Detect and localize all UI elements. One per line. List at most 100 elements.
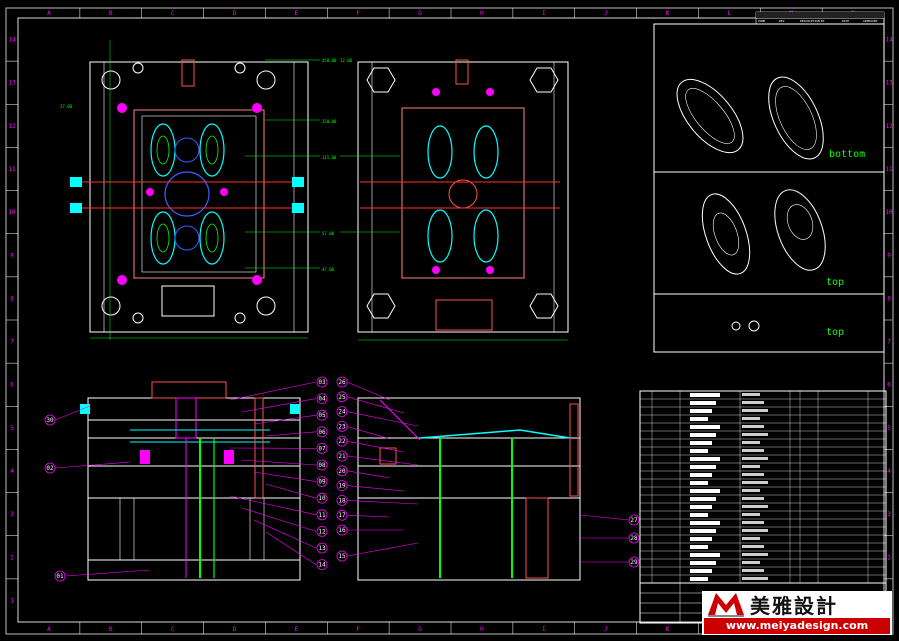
callout-06: 06 <box>318 429 326 436</box>
callout-24: 24 <box>338 409 346 416</box>
border-row-right-12: 12 <box>885 123 893 130</box>
border-col-top-J: J <box>604 10 608 17</box>
callout-27: 27 <box>630 517 638 524</box>
border-row-left-10: 10 <box>8 209 16 216</box>
product-views-panel: bottom top top <box>653 11 885 353</box>
border-row-left-12: 12 <box>8 123 16 130</box>
callout-30: 30 <box>46 417 54 424</box>
border-col-top-E: E <box>295 10 299 17</box>
rev-header-zone: ZONE <box>758 19 765 23</box>
callout-01: 01 <box>56 573 64 580</box>
border-col-top-H: H <box>480 10 484 17</box>
border-col-top-F: F <box>356 10 360 17</box>
callout-28: 28 <box>630 535 638 542</box>
border-col-bottom-D: D <box>233 626 237 633</box>
border-row-right-9: 9 <box>887 252 891 259</box>
dimension-text: 47.00 <box>322 267 335 272</box>
column-letters-top: ABCDEFGHIJKLMN <box>47 8 855 18</box>
callout-04: 04 <box>318 396 326 403</box>
callout-02: 02 <box>46 465 54 472</box>
border-col-top-B: B <box>109 10 113 17</box>
border-row-right-14: 14 <box>885 37 893 44</box>
rev-header-rev: REV <box>779 19 785 23</box>
callout-11: 11 <box>318 512 326 519</box>
border-col-bottom-J: J <box>604 626 608 633</box>
callout-18: 18 <box>338 497 346 504</box>
rev-header-by: BY <box>821 19 825 23</box>
callout-10: 10 <box>318 495 326 502</box>
dimension-text: 115.00 <box>322 155 337 160</box>
border-row-left-6: 6 <box>10 382 14 389</box>
logo-chinese-text: 美雅設計 <box>750 593 838 618</box>
border-col-bottom-H: H <box>480 626 484 633</box>
row-numbers-left: 14 13 12 11 10 9 8 7 6 5 4 3 2 1 <box>6 37 18 604</box>
border-row-left-4: 4 <box>10 468 14 475</box>
outer-border <box>5 7 894 635</box>
callout-16: 16 <box>338 527 346 534</box>
callout-19: 19 <box>338 483 346 490</box>
callout-22: 22 <box>338 438 346 445</box>
border-row-right-7: 7 <box>887 339 891 346</box>
border-row-left-1: 1 <box>10 597 14 604</box>
border-row-left-14: 14 <box>8 37 16 44</box>
rev-header-date: DATE <box>842 19 849 23</box>
row-numbers-right: 1413121110987654321 <box>884 37 893 604</box>
border-row-left-9: 9 <box>10 252 14 259</box>
callout-12: 12 <box>318 528 326 535</box>
border-row-right-4: 4 <box>887 468 891 475</box>
callout-13: 13 <box>318 545 326 552</box>
callout-14: 14 <box>318 562 326 569</box>
callout-07: 07 <box>318 445 326 452</box>
border-col-bottom-F: F <box>356 626 360 633</box>
section-view-left <box>80 381 301 581</box>
border-row-left-2: 2 <box>10 554 14 561</box>
callout-23: 23 <box>338 423 346 430</box>
border-row-right-8: 8 <box>887 295 891 302</box>
callout-20: 20 <box>338 468 346 475</box>
border-col-top-K: K <box>666 10 670 17</box>
view-label-top-2: top <box>826 327 844 338</box>
callout-29: 29 <box>630 559 638 566</box>
callout-17: 17 <box>338 512 346 519</box>
border-col-bottom-C: C <box>171 626 175 633</box>
dimension-text: 150.00 <box>322 119 337 124</box>
border-row-right-3: 3 <box>887 511 891 518</box>
rev-header-description: DESCRIPTION <box>800 19 820 23</box>
border-row-right-10: 10 <box>885 209 893 216</box>
border-col-top-G: G <box>418 10 422 17</box>
logo-m-mark <box>708 593 744 617</box>
border-col-bottom-A: A <box>47 626 51 633</box>
callout-09: 09 <box>318 479 326 486</box>
callout-05: 05 <box>318 412 326 419</box>
callout-25: 25 <box>338 394 346 401</box>
view-label-bottom: bottom <box>829 149 865 160</box>
plan-view-right <box>340 59 569 341</box>
border-row-left-8: 8 <box>10 295 14 302</box>
border-col-bottom-I: I <box>542 626 546 633</box>
cad-drawing-canvas: ABCDEFGHIJKLMN ABCDEFGHIJKLMN 1413121110… <box>5 7 894 635</box>
section-view-right <box>357 397 581 581</box>
border-row-left-7: 7 <box>10 339 14 346</box>
plan-view-left <box>70 40 320 340</box>
border-row-right-6: 6 <box>887 382 891 389</box>
border-col-top-D: D <box>233 10 237 17</box>
border-col-top-C: C <box>171 10 175 17</box>
rev-header-approved: APPROVED <box>863 19 878 23</box>
dimension-text: 27.00 <box>60 104 73 109</box>
border-col-top-A: A <box>47 10 51 17</box>
dimension-text: 57.00 <box>322 231 335 236</box>
border-col-top-I: I <box>542 10 546 17</box>
watermark-logo: 美雅設計 www.meiyadesign.com <box>702 591 892 635</box>
dimension-text: 12.00 <box>340 58 353 63</box>
callout-21: 21 <box>338 453 346 460</box>
border-row-left-11: 11 <box>8 166 16 173</box>
view-label-top-1: top <box>826 277 844 288</box>
border-row-right-5: 5 <box>887 425 891 432</box>
border-col-bottom-E: E <box>295 626 299 633</box>
border-col-top-L: L <box>728 10 732 17</box>
border-row-left-3: 3 <box>10 511 14 518</box>
logo-url: www.meiyadesign.com <box>704 618 890 634</box>
border-col-bottom-G: G <box>418 626 422 633</box>
callout-08: 08 <box>318 462 326 469</box>
border-row-right-13: 13 <box>885 80 893 87</box>
